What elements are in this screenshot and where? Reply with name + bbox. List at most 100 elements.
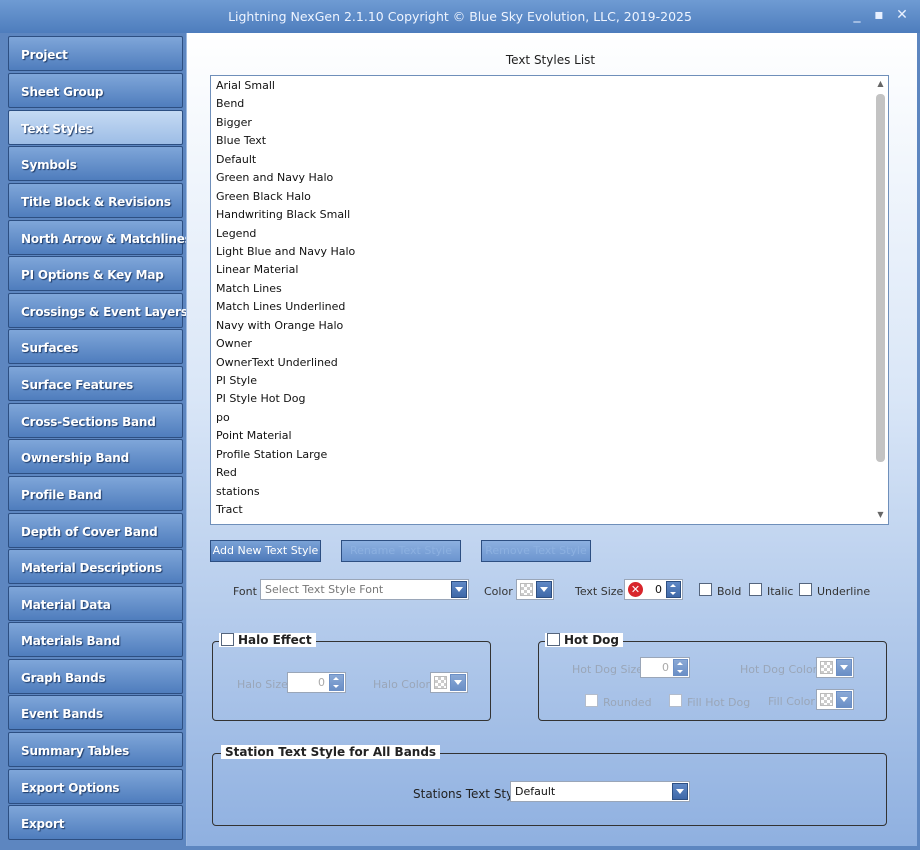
sidebar-item-pi-options[interactable]: PI Options & Key Map	[8, 256, 183, 291]
sidebar-item-export[interactable]: Export	[8, 805, 183, 840]
list-item[interactable]: po	[216, 409, 230, 427]
sidebar-item-material-descriptions[interactable]: Material Descriptions	[8, 549, 183, 584]
sidebar-item-north-arrow[interactable]: North Arrow & Matchlines	[8, 220, 192, 255]
list-item[interactable]: Green and Navy Halo	[216, 169, 333, 187]
list-item[interactable]: Tract	[216, 501, 243, 519]
spinner-icon[interactable]	[329, 674, 344, 691]
sidebar-item-surfaces[interactable]: Surfaces	[8, 329, 183, 364]
list-item[interactable]: Red	[216, 464, 237, 482]
sidebar-item-crossings[interactable]: Crossings & Event Layers	[8, 293, 188, 328]
chevron-down-icon[interactable]	[836, 659, 852, 676]
halo-effect-label: Halo Effect	[238, 633, 312, 647]
halo-effect-checkbox[interactable]	[221, 633, 234, 646]
chevron-down-icon[interactable]	[536, 581, 552, 598]
sidebar-item-cross-sections[interactable]: Cross-Sections Band	[8, 403, 183, 438]
sidebar-item-depth-of-cover[interactable]: Depth of Cover Band	[8, 513, 183, 548]
list-item[interactable]: Match Lines	[216, 280, 282, 298]
sidebar-item-profile-band[interactable]: Profile Band	[8, 476, 183, 511]
list-item[interactable]: Light Blue and Navy Halo	[216, 243, 355, 261]
sidebar-item-event-bands[interactable]: Event Bands	[8, 695, 183, 730]
list-item[interactable]: Bend	[216, 95, 244, 113]
main-panel: Text Styles List Arial Small Bend Bigger…	[186, 33, 917, 846]
fill-hot-dog-checkbox[interactable]	[669, 694, 682, 707]
chevron-down-icon[interactable]	[836, 691, 852, 708]
spinner-icon[interactable]	[673, 659, 688, 676]
list-scrollbar-thumb[interactable]	[876, 94, 885, 462]
maximize-button[interactable]: ▪	[870, 6, 888, 24]
list-item[interactable]: OwnerText Underlined	[216, 354, 338, 372]
color-swatch	[520, 583, 533, 596]
bold-label: Bold	[717, 585, 742, 598]
list-item[interactable]: PI Style	[216, 372, 257, 390]
text-size-stepper[interactable]: ✕ 0	[624, 579, 683, 600]
hot-dog-legend: Hot Dog	[545, 633, 623, 647]
sidebar-item-export-options[interactable]: Export Options	[8, 769, 183, 804]
color-swatch	[820, 661, 833, 674]
halo-color-label: Halo Color	[373, 678, 431, 691]
list-item[interactable]: Bigger	[216, 114, 252, 132]
station-text-style-legend: Station Text Style for All Bands	[221, 745, 441, 759]
sidebar-item-surface-features[interactable]: Surface Features	[8, 366, 183, 401]
list-item[interactable]: Blue Text	[216, 132, 266, 150]
rounded-label: Rounded	[603, 696, 652, 709]
scroll-down-icon[interactable]: ▼	[875, 509, 886, 521]
font-select-placeholder: Select Text Style Font	[265, 583, 384, 596]
chevron-down-icon[interactable]	[450, 674, 466, 691]
list-item[interactable]: Point Material	[216, 427, 292, 445]
text-styles-list[interactable]: Arial Small Bend Bigger Blue Text Defaul…	[210, 75, 889, 525]
hot-dog-size-label: Hot Dog Size	[572, 663, 644, 676]
hot-dog-checkbox[interactable]	[547, 633, 560, 646]
fill-color-picker[interactable]	[816, 689, 854, 710]
list-item[interactable]: Owner	[216, 335, 252, 353]
italic-label: Italic	[767, 585, 794, 598]
sidebar-item-graph-bands[interactable]: Graph Bands	[8, 659, 183, 694]
hot-dog-color-picker[interactable]	[816, 657, 854, 678]
list-item[interactable]: stations	[216, 483, 260, 501]
sidebar-item-project[interactable]: Project	[8, 36, 183, 71]
hot-dog-color-label: Hot Dog Color	[740, 663, 818, 676]
stations-text-style-label: Stations Text Style	[413, 787, 524, 801]
list-item[interactable]: PI Style Hot Dog	[216, 390, 306, 408]
font-select[interactable]: Select Text Style Font	[260, 579, 469, 600]
list-item[interactable]: Match Lines Underlined	[216, 298, 345, 316]
list-item[interactable]: Linear Material	[216, 261, 298, 279]
list-item[interactable]: Navy with Orange Halo	[216, 317, 343, 335]
sidebar-item-summary-tables[interactable]: Summary Tables	[8, 732, 183, 767]
chevron-down-icon[interactable]	[451, 581, 467, 598]
sidebar-item-sheet-group[interactable]: Sheet Group	[8, 73, 183, 108]
halo-color-picker[interactable]	[430, 672, 468, 693]
sidebar-item-materials-band[interactable]: Materials Band	[8, 622, 183, 657]
list-item[interactable]: Arial Small	[216, 77, 275, 95]
hot-dog-size-stepper[interactable]: 0	[640, 657, 690, 678]
stations-text-style-select[interactable]: Default	[510, 781, 690, 802]
sidebar: Project Sheet Group Text Styles Symbols …	[0, 33, 192, 850]
list-item[interactable]: Handwriting Black Small	[216, 206, 350, 224]
error-icon: ✕	[628, 582, 643, 597]
scroll-up-icon[interactable]: ▲	[875, 78, 886, 90]
list-item[interactable]: Profile Station Large	[216, 446, 327, 464]
sidebar-item-symbols[interactable]: Symbols	[8, 146, 183, 181]
list-item[interactable]: Green Black Halo	[216, 188, 311, 206]
text-styles-list-title: Text Styles List	[505, 53, 596, 67]
sidebar-item-text-styles[interactable]: Text Styles	[8, 110, 183, 145]
halo-effect-legend: Halo Effect	[219, 633, 316, 647]
bold-checkbox[interactable]	[699, 583, 712, 596]
remove-text-style-button[interactable]: Remove Text Style	[481, 540, 591, 562]
add-text-style-button[interactable]: Add New Text Style	[210, 540, 321, 562]
text-size-value: 0	[655, 583, 662, 596]
list-item[interactable]: Default	[216, 151, 256, 169]
list-item[interactable]: Legend	[216, 225, 256, 243]
color-picker[interactable]	[516, 579, 554, 600]
sidebar-item-material-data[interactable]: Material Data	[8, 586, 183, 621]
spinner-icon[interactable]	[666, 581, 681, 598]
minimize-button[interactable]: _	[848, 6, 866, 24]
sidebar-item-title-block[interactable]: Title Block & Revisions	[8, 183, 183, 218]
rename-text-style-button[interactable]: Rename Text Style	[341, 540, 461, 562]
italic-checkbox[interactable]	[749, 583, 762, 596]
rounded-checkbox[interactable]	[585, 694, 598, 707]
close-button[interactable]: ✕	[893, 6, 911, 24]
chevron-down-icon[interactable]	[672, 783, 688, 800]
halo-size-stepper[interactable]: 0	[287, 672, 346, 693]
underline-checkbox[interactable]	[799, 583, 812, 596]
sidebar-item-ownership-band[interactable]: Ownership Band	[8, 439, 183, 474]
